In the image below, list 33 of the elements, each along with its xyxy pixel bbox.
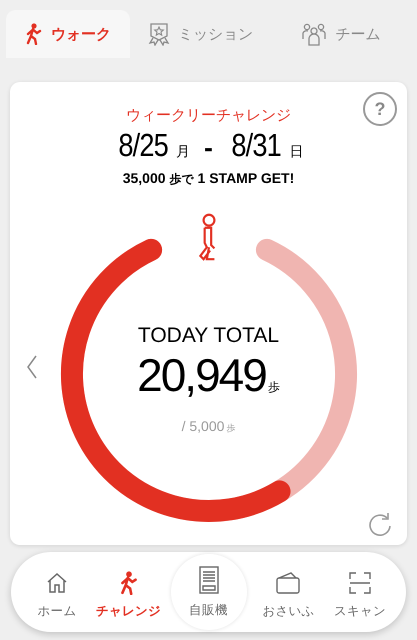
start-date: 8/25	[118, 127, 168, 164]
goal-steps: 35,000	[122, 170, 166, 186]
today-total-label: TODAY TOTAL	[138, 324, 280, 348]
chevron-left-icon[interactable]	[26, 354, 38, 380]
challenge-title: ウィークリーチャレンジ	[126, 106, 291, 125]
tab[interactable]: ウォーク	[6, 10, 130, 58]
nav-item[interactable]: チャレンジ	[92, 564, 164, 620]
nav-item[interactable]: 自販機	[170, 554, 246, 630]
date-separator: -	[204, 137, 214, 162]
nav-item[interactable]: おさいふ	[252, 564, 324, 620]
weekday-label: 日	[289, 143, 304, 161]
tab[interactable]: チーム	[270, 10, 411, 58]
wallet-icon	[275, 570, 302, 594]
nav-item[interactable]: ホーム	[21, 564, 93, 620]
step-unit: 歩	[268, 379, 280, 396]
step-unit: 歩	[226, 422, 236, 435]
end-date: 8/31	[231, 127, 281, 164]
vending-machine-icon	[198, 566, 220, 594]
walker-icon	[25, 23, 43, 45]
home-icon	[44, 570, 69, 594]
daily-target: / 5,000	[182, 418, 224, 434]
walker-icon	[118, 570, 139, 594]
help-button[interactable]: ?	[363, 92, 397, 126]
weekday-label: 月	[176, 143, 190, 161]
goal-text: 1 STAMP GET!	[198, 170, 294, 186]
goal-unit: 歩で	[170, 171, 194, 188]
scan-icon	[348, 570, 372, 594]
tab[interactable]: ミッション	[130, 10, 270, 58]
nav-item[interactable]: スキャン	[324, 564, 396, 620]
refresh-icon[interactable]	[367, 511, 393, 537]
team-icon	[301, 22, 328, 46]
step-count: 20,949	[137, 348, 266, 402]
badge-icon	[148, 22, 170, 46]
